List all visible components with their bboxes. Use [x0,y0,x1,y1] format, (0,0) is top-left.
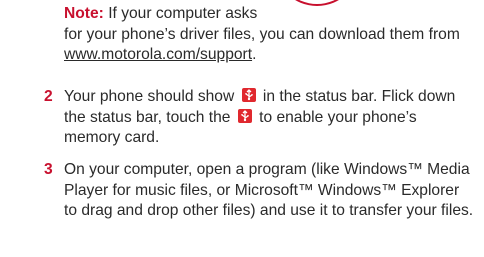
usb-icon [237,108,252,123]
step-text: Your phone should show [64,88,239,105]
support-link[interactable]: www.motorola.com/support [64,46,252,63]
step-body: On your computer, open a program (like W… [64,161,474,219]
usb-icon [241,88,256,102]
note-paragraph: Note: If your computer asks for your pho… [64,4,474,66]
step-body: Your phone should show in the status bar… [64,87,474,149]
step-3: 3 On your computer, open a program (like… [44,160,474,222]
note-text-line2: for your phone’s driver files, you can d… [64,25,460,43]
note-text-line1: If your computer asks [103,5,258,22]
step-number: 2 [44,88,53,105]
step-number: 3 [44,161,53,178]
step-2: 2 Your phone should show in the status b… [44,87,474,149]
note-text-end: . [252,46,257,63]
note-label: Note: [64,5,104,22]
